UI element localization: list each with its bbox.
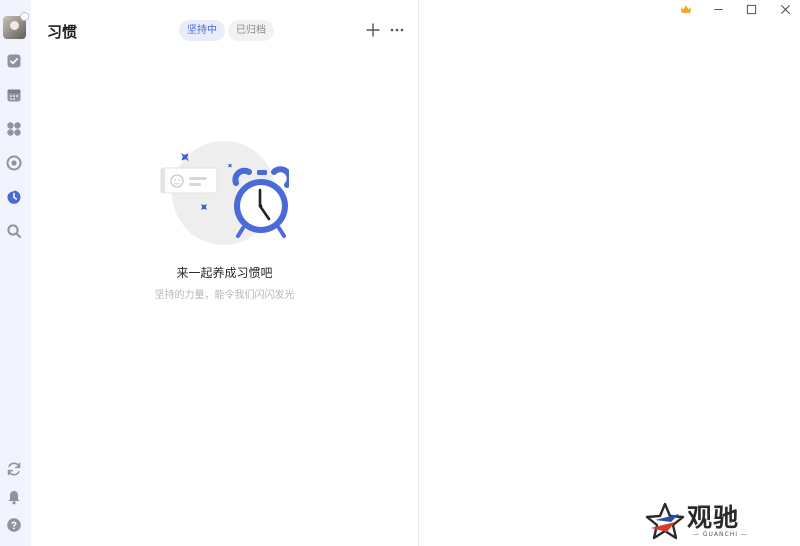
sidebar — [0, 0, 31, 546]
empty-state-subtitle: 坚持的力量，能令我们闪闪发光 — [154, 290, 295, 301]
page-title: 习惯 — [47, 23, 78, 41]
detail-pane: 观驰 — GUANCHI — — [419, 0, 800, 546]
help-icon[interactable] — [5, 516, 23, 534]
search-icon[interactable] — [5, 222, 23, 240]
checkbox-icon[interactable] — [5, 52, 23, 70]
star-logo-icon — [645, 502, 685, 540]
add-button[interactable] — [365, 22, 381, 38]
habit-list-panel: 习惯 坚持中 已归档 来一起养成习惯吧 坚持的力量，能令我们闪闪发光 — [31, 0, 418, 546]
crown-icon[interactable] — [678, 2, 694, 16]
tab-in-progress[interactable]: 坚持中 — [179, 20, 225, 41]
calendar-icon[interactable] — [5, 86, 23, 104]
alarm-clock-illustration — [160, 141, 289, 245]
maximize-icon[interactable] — [743, 2, 759, 16]
watermark-text: 观驰 — [687, 503, 740, 532]
minimize-icon[interactable] — [710, 2, 726, 16]
empty-state-title: 来一起养成习惯吧 — [176, 266, 273, 280]
close-icon[interactable] — [777, 2, 793, 16]
habit-icon[interactable] — [5, 188, 23, 206]
tab-archived[interactable]: 已归档 — [228, 20, 274, 41]
focus-icon[interactable] — [5, 154, 23, 172]
watermark-subtext: — GUANCHI — — [693, 531, 748, 538]
app-window: 习惯 坚持中 已归档 来一起养成习惯吧 坚持的力量，能令我们闪闪发光 观驰 — … — [0, 0, 800, 546]
sync-icon[interactable] — [5, 460, 23, 478]
watermark: 观驰 — GUANCHI — — [645, 498, 757, 542]
more-icon — [390, 28, 404, 32]
avatar-badge — [20, 12, 29, 21]
bell-icon[interactable] — [5, 488, 23, 506]
plus-icon — [366, 23, 380, 37]
grid-icon[interactable] — [5, 120, 23, 138]
more-button[interactable] — [388, 22, 406, 38]
